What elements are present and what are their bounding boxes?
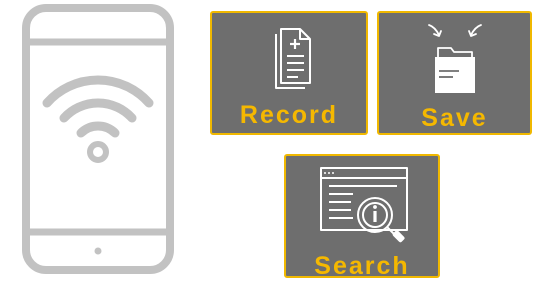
home-button-icon (94, 247, 102, 255)
phone-illustration (0, 0, 200, 282)
record-button[interactable]: Record (210, 11, 368, 135)
web-search-icon (286, 156, 438, 260)
search-button[interactable]: Search (284, 154, 440, 280)
wifi-icon (42, 75, 154, 163)
record-label: Record (239, 101, 339, 129)
folder-save-icon (379, 13, 530, 101)
save-button[interactable]: Save (377, 11, 532, 135)
document-add-icon (212, 13, 366, 93)
phone-outline-icon (22, 4, 174, 274)
search-label: Search (314, 252, 410, 280)
save-label: Save (421, 104, 488, 132)
